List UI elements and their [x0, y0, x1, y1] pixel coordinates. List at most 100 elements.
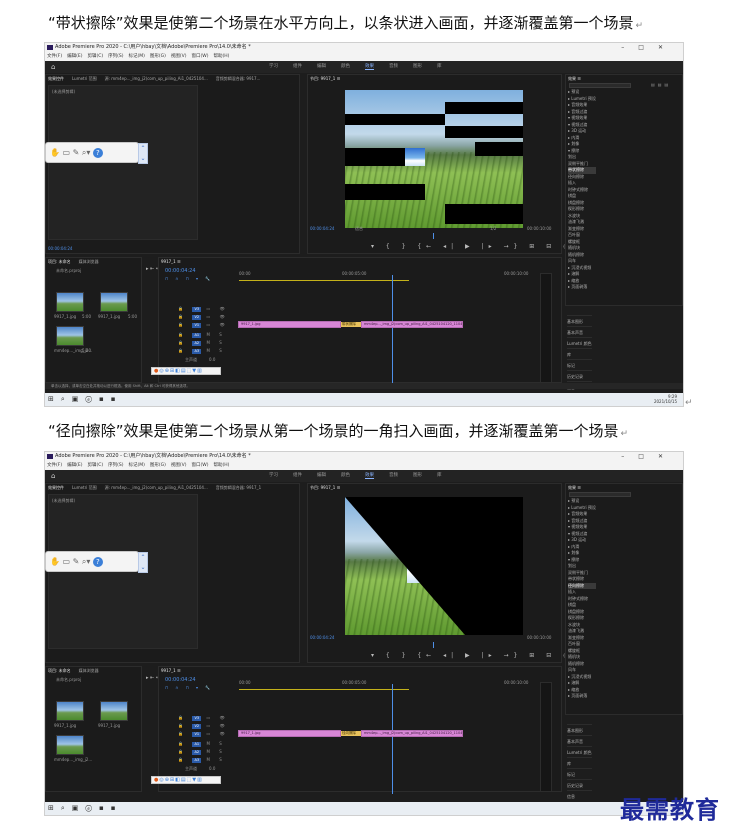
ws-assembly[interactable]: 组件 [293, 473, 302, 478]
track-a3[interactable]: A3 [192, 349, 202, 354]
tab-media-browser[interactable]: 媒体浏览器 [79, 259, 99, 264]
video-clip-b[interactable]: mm4ep..._img_j2(com_up_piling_Ai1_042510… [361, 730, 463, 737]
menu-graphics[interactable]: 图形(G) [150, 54, 166, 59]
tab-lumetri-scopes[interactable]: Lumetri 范围 [72, 76, 97, 81]
transition-band-wipe[interactable]: 带状擦除 [341, 322, 361, 327]
program-monitor-title[interactable]: 节目: 9917_1 ☰ [310, 485, 340, 490]
ws-effects[interactable]: 效果 [365, 64, 374, 70]
toolbar-tools-icon[interactable]: ✋ ▭ ✎ ⌕▾ [50, 557, 90, 566]
panel-libraries[interactable]: 库 [567, 757, 592, 768]
collapse-chevron-icon[interactable]: ⌃ ⌄ [138, 143, 148, 164]
help-icon[interactable]: ? [92, 148, 103, 158]
menu-edit[interactable]: 编辑(E) [67, 54, 82, 59]
media-thumbnail[interactable] [100, 701, 128, 721]
window-controls[interactable]: –□✕ [621, 452, 677, 461]
capture-toolbar[interactable]: ●◎⊕⊞◧▤⬚▼▥ [151, 367, 221, 375]
tab-audio-mixer[interactable]: 音频剪辑混合器: 9917_1 [216, 485, 261, 490]
menu-marker[interactable]: 标记(M) [129, 463, 145, 468]
menu-sequence[interactable]: 序列(S) [108, 463, 123, 468]
media-thumbnail[interactable] [56, 701, 84, 721]
timeline-tools-icon[interactable]: ⊓ ∩ ⊓ ▾ 🔧 [165, 685, 213, 690]
menu-edit[interactable]: 编辑(E) [67, 463, 82, 468]
capture-toolbar[interactable]: ●◎⊕⊞◧▤⬚▼▥ [151, 776, 221, 784]
panel-essential-graphics[interactable]: 基本图形 [567, 724, 592, 735]
fit-dropdown[interactable]: 适合 [355, 226, 363, 232]
tab-source[interactable]: 源: mm4ep..._img_j2(com_up_piling_Ai1_042… [105, 76, 208, 81]
menu-window[interactable]: 窗口(W) [192, 463, 209, 468]
menu-help[interactable]: 帮助(H) [213, 463, 229, 468]
menu-file[interactable]: 文件(F) [47, 463, 62, 468]
media-thumbnail[interactable] [56, 292, 84, 312]
tab-source[interactable]: 源: mm4ep..._img_j2(com_up_piling_Ai1_042… [105, 485, 208, 490]
track-a2[interactable]: A2 [192, 341, 202, 346]
taskbar-app-icons[interactable]: ⊞⌕▣ⓔ▪▪ [48, 804, 122, 813]
ws-color[interactable]: 颜色 [341, 473, 350, 478]
panel-lumetri-color[interactable]: Lumetri 颜色 [567, 337, 592, 348]
timeline-playhead[interactable] [392, 684, 393, 794]
ws-color[interactable]: 颜色 [341, 64, 350, 69]
tab-lumetri-scopes[interactable]: Lumetri 范围 [72, 485, 97, 490]
help-icon[interactable]: ? [92, 557, 103, 567]
track-v1[interactable]: V1 [192, 732, 202, 737]
video-clip-a[interactable]: 9917_1.jpg [238, 730, 341, 737]
ws-assembly[interactable]: 组件 [293, 64, 302, 69]
ws-graphics[interactable]: 图形 [413, 473, 422, 478]
effects-search-input[interactable] [569, 492, 631, 497]
home-icon[interactable]: ⌂ [51, 472, 55, 480]
tab-sequence[interactable]: 9917_1 ☰ [161, 259, 181, 264]
menu-marker[interactable]: 标记(M) [129, 54, 145, 59]
panel-essential-sound[interactable]: 基本声音 [567, 326, 592, 337]
window-controls[interactable]: –□✕ [621, 43, 677, 52]
menu-graphics[interactable]: 图形(G) [150, 463, 166, 468]
panel-lumetri-color[interactable]: Lumetri 颜色 [567, 746, 592, 757]
timeline-tools-icon[interactable]: ⊓ ∩ ⊓ ▾ 🔧 [165, 276, 213, 281]
tools-panel[interactable]: ▸ ⇤ ↔ ◆ ⊢ ✎ ✋ T [146, 265, 190, 274]
program-playhead[interactable] [433, 642, 434, 648]
track-v3[interactable]: V3 [192, 307, 202, 312]
ws-effects[interactable]: 效果 [365, 473, 374, 479]
tab-effect-controls[interactable]: 效果控件 [48, 485, 64, 490]
panel-markers[interactable]: 标记 [567, 359, 592, 370]
ws-learn[interactable]: 学习 [269, 64, 278, 69]
ws-audio[interactable]: 音频 [389, 64, 398, 69]
panel-essential-sound[interactable]: 基本声音 [567, 735, 592, 746]
tab-audio-mixer[interactable]: 音频剪辑混合器: 9917... [216, 76, 261, 81]
menu-view[interactable]: 视图(V) [171, 54, 187, 59]
transition-radial-wipe[interactable]: 径向擦除 [341, 731, 361, 736]
track-a1[interactable]: A1 [192, 742, 202, 747]
floating-toolbar[interactable]: ✋ ▭ ✎ ⌕▾ ? ⌃ ⌄ [45, 551, 148, 573]
track-a1[interactable]: A1 [192, 333, 202, 338]
media-thumbnail[interactable] [56, 326, 84, 346]
ws-audio[interactable]: 音频 [389, 473, 398, 478]
program-monitor-title[interactable]: 节目: 9917_1 ☰ [310, 76, 340, 81]
media-thumbnail[interactable] [100, 292, 128, 312]
panel-markers[interactable]: 标记 [567, 768, 592, 779]
menu-window[interactable]: 窗口(W) [192, 54, 209, 59]
ws-graphics[interactable]: 图形 [413, 64, 422, 69]
track-v3[interactable]: V3 [192, 716, 202, 721]
ws-editing[interactable]: 编辑 [317, 64, 326, 69]
timeline-playhead[interactable] [392, 275, 393, 385]
work-area-bar[interactable] [239, 280, 409, 281]
tab-effect-controls[interactable]: 效果控件 [48, 76, 64, 81]
program-playhead[interactable] [433, 233, 434, 239]
track-v1[interactable]: V1 [192, 323, 202, 328]
ws-libraries[interactable]: 库 [437, 473, 442, 478]
tab-project[interactable]: 项目: 未命名 [48, 668, 71, 673]
tab-media-browser[interactable]: 媒体浏览器 [79, 668, 99, 673]
track-v2[interactable]: V2 [192, 724, 202, 729]
panel-essential-graphics[interactable]: 基本图形 [567, 315, 592, 326]
menu-clip[interactable]: 剪辑(C) [87, 463, 103, 468]
panel-info[interactable]: 信息 [567, 790, 592, 801]
fx-item[interactable]: ▸ 页面剥落 [568, 284, 596, 291]
effects-panel-title[interactable]: 效果 ☰ [568, 76, 581, 81]
video-clip-a[interactable]: 9917_1.jpg [238, 321, 341, 328]
ws-learn[interactable]: 学习 [269, 473, 278, 478]
home-icon[interactable]: ⌂ [51, 63, 55, 71]
track-v2[interactable]: V2 [192, 315, 202, 320]
collapse-chevron-icon[interactable]: ⌃ ⌄ [138, 552, 148, 573]
panel-libraries[interactable]: 库 [567, 348, 592, 359]
menu-help[interactable]: 帮助(H) [213, 54, 229, 59]
panel-history[interactable]: 历史记录 [567, 779, 592, 790]
menu-clip[interactable]: 剪辑(C) [87, 54, 103, 59]
